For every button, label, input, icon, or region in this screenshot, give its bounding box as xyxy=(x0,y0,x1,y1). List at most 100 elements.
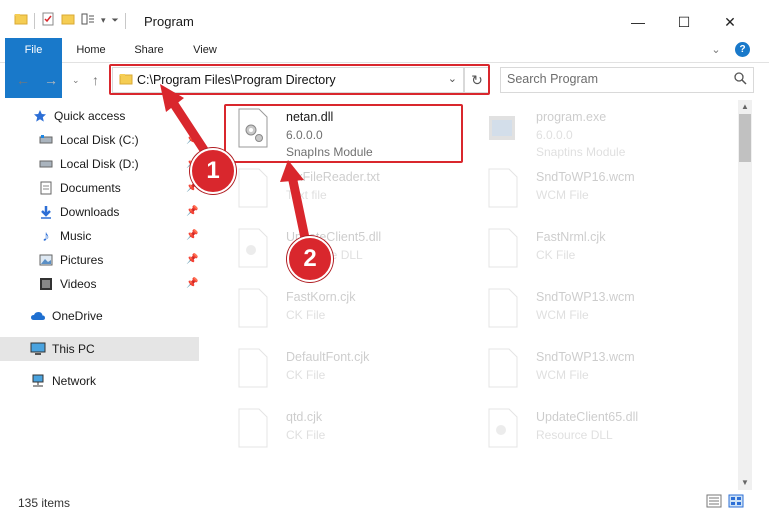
up-arrow-icon[interactable]: ↑ xyxy=(92,72,99,88)
nav-item-label: Pictures xyxy=(60,253,104,267)
nav-onedrive[interactable]: OneDrive xyxy=(30,304,103,328)
pictures-icon xyxy=(38,252,54,268)
scroll-thumb[interactable] xyxy=(739,114,751,162)
nav-item-label: Downloads xyxy=(60,205,120,219)
vertical-scrollbar[interactable]: ▲ ▼ xyxy=(738,100,752,490)
minimize-button[interactable]: — xyxy=(626,10,650,34)
maximize-button[interactable]: ☐ xyxy=(672,10,696,34)
tiles-view-icon[interactable] xyxy=(728,494,744,511)
nav-downloads[interactable]: Downloads xyxy=(38,200,119,224)
file-icon xyxy=(488,288,518,328)
back-arrow-icon[interactable]: ← xyxy=(16,72,30,88)
nav-music[interactable]: ♪ Music xyxy=(38,224,91,248)
file-name: SndToWP13.wcm xyxy=(536,350,635,364)
search-placeholder: Search Program xyxy=(507,72,599,86)
properties-icon[interactable] xyxy=(41,12,55,29)
file-name: DefaultFont.cjk xyxy=(286,350,370,364)
expand-ribbon-chevron-icon[interactable]: ⌄ xyxy=(706,38,726,62)
pin-icon: 📌 xyxy=(186,254,199,265)
file-highlight-box xyxy=(224,104,463,163)
music-icon: ♪ xyxy=(42,227,50,245)
file-name: UpdateClient65.dll xyxy=(536,410,639,424)
nav-item-label: Local Disk (D:) xyxy=(60,157,139,171)
file-detail: Text file xyxy=(286,188,327,202)
scroll-up-arrow-icon[interactable]: ▲ xyxy=(738,100,752,114)
nav-local-disk-c[interactable]: Local Disk (C:) xyxy=(38,128,139,152)
close-button[interactable]: ✕ xyxy=(718,10,742,34)
quick-access-toolbar: ▾ ⏷ xyxy=(14,12,126,29)
scroll-down-arrow-icon[interactable]: ▼ xyxy=(738,476,752,490)
videos-icon xyxy=(38,276,54,292)
toolbar-separator xyxy=(124,12,126,29)
file-item-program-exe[interactable]: program.exe 6.0.0.0 Snaptins Module xyxy=(472,104,702,164)
file-icon xyxy=(238,288,268,328)
search-input[interactable]: Search Program xyxy=(500,67,754,93)
nav-local-disk-d[interactable]: Local Disk (D:) xyxy=(38,152,139,176)
new-folder-icon[interactable] xyxy=(61,12,75,29)
drive-icon xyxy=(38,132,54,148)
tab-view[interactable]: View xyxy=(180,38,230,62)
file-item[interactable]: SndToWP13.wcm WCM File xyxy=(472,344,702,404)
nav-item-label: Music xyxy=(60,229,92,243)
view-switcher xyxy=(706,494,744,511)
step-badge-1: 1 xyxy=(190,148,236,194)
file-detail: 6.0.0.0 xyxy=(536,128,573,142)
computer-icon xyxy=(30,341,46,357)
file-detail: CK File xyxy=(286,308,326,322)
title-bar: ▾ ⏷ Program — ☐ ✕ xyxy=(0,0,769,38)
nav-documents[interactable]: Documents xyxy=(38,176,121,200)
file-icon xyxy=(488,168,518,208)
file-item[interactable]: UpdateClient65.dll Resource DLL xyxy=(472,404,702,464)
file-icon xyxy=(488,348,518,388)
file-description: Snaptins Module xyxy=(536,145,626,159)
file-item[interactable]: FastNrml.cjk CK File xyxy=(472,224,702,284)
nav-network[interactable]: Network xyxy=(30,369,96,393)
search-icon xyxy=(734,72,747,88)
file-name: SndToWP16.wcm xyxy=(536,170,635,184)
navigation-pane: Quick access Local Disk (C:) 📌 Local Dis… xyxy=(0,100,205,490)
file-item[interactable]: UpdateClient5.dll Resource DLL xyxy=(222,224,452,284)
file-item[interactable]: SndToWP13.wcm WCM File xyxy=(472,284,702,344)
details-view-icon[interactable] xyxy=(706,494,722,511)
file-name: program.exe xyxy=(536,110,607,124)
nav-videos[interactable]: Videos xyxy=(38,272,96,296)
file-detail: WCM File xyxy=(536,368,589,382)
dropdown-icon[interactable]: ▾ xyxy=(101,15,106,26)
file-detail: CK File xyxy=(536,248,576,262)
customize-dropdown-icon[interactable]: ⏷ xyxy=(112,15,119,26)
file-item[interactable]: FastKorn.cjk CK File xyxy=(222,284,452,344)
file-item[interactable]: FixFileReader.txt Text file xyxy=(222,164,452,224)
file-icon xyxy=(238,348,268,388)
nav-onedrive-label: OneDrive xyxy=(52,309,103,323)
nav-pictures[interactable]: Pictures xyxy=(38,248,103,272)
file-detail: WCM File xyxy=(536,308,589,322)
documents-icon xyxy=(38,180,54,196)
exe-icon xyxy=(489,116,515,140)
file-icon xyxy=(488,228,518,268)
recent-locations-chevron-icon[interactable]: ⌄ xyxy=(72,75,80,86)
tab-home[interactable]: Home xyxy=(66,38,116,62)
drive-icon xyxy=(38,156,54,172)
nav-quick-access-label: Quick access xyxy=(54,109,126,123)
file-item[interactable]: SndToWP16.wcm WCM File xyxy=(472,164,702,224)
file-name: SndToWP13.wcm xyxy=(536,290,635,304)
forward-arrow-icon[interactable]: → xyxy=(44,72,58,88)
nav-quick-access[interactable]: Quick access xyxy=(32,104,125,128)
file-name: FastNrml.cjk xyxy=(536,230,606,244)
window-title: Program xyxy=(144,14,194,29)
help-icon[interactable]: ? xyxy=(735,42,750,57)
downloads-icon xyxy=(38,204,54,220)
nav-network-label: Network xyxy=(52,374,97,388)
file-detail: CK File xyxy=(286,428,326,442)
file-detail: Resource DLL xyxy=(536,428,613,442)
customize-icon[interactable] xyxy=(81,12,95,29)
file-name: qtd.cjk xyxy=(286,410,323,424)
tab-share[interactable]: Share xyxy=(124,38,174,62)
file-item[interactable]: qtd.cjk CK File xyxy=(222,404,452,464)
nav-this-pc[interactable]: This PC xyxy=(30,337,95,361)
file-icon xyxy=(238,168,268,208)
file-detail: WCM File xyxy=(536,188,589,202)
pin-icon: 📌 xyxy=(186,206,199,217)
status-items-count: 135 items xyxy=(18,496,71,510)
file-item[interactable]: DefaultFont.cjk CK File xyxy=(222,344,452,404)
